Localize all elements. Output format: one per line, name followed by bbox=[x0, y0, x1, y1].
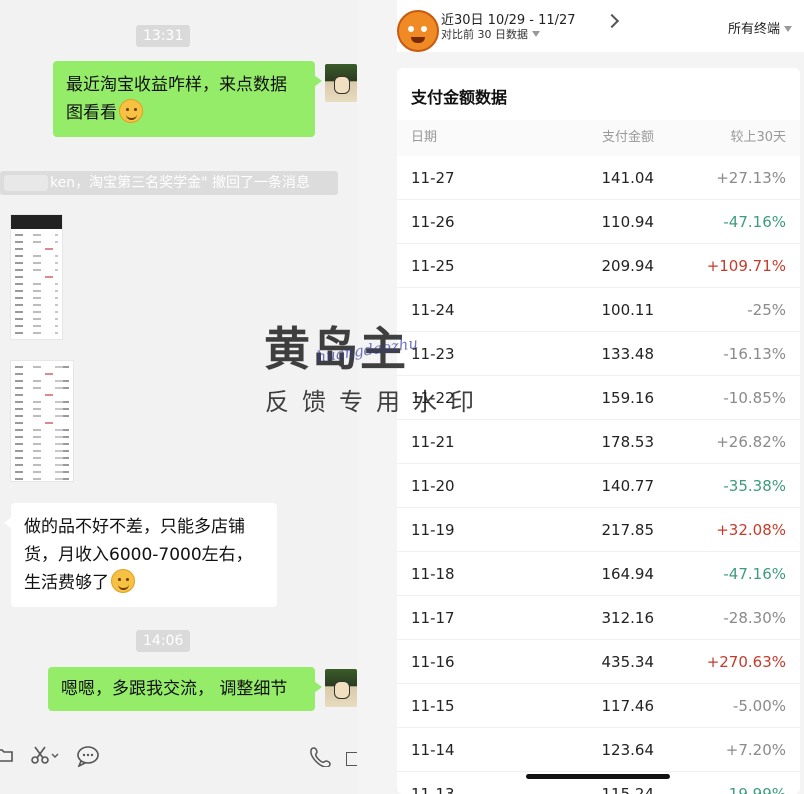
cell-amount: 110.94 bbox=[601, 213, 655, 231]
table-row[interactable]: 11-15 117.46 -5.00% bbox=[397, 684, 800, 728]
cell-change: +7.20% bbox=[725, 741, 786, 759]
grinning-emoji-icon bbox=[119, 99, 143, 123]
cell-change: -19.99% bbox=[723, 785, 786, 794]
message-text: 嗯嗯，多跟我交流， 调整细节 bbox=[61, 679, 288, 699]
table-row[interactable]: 11-16 435.34 +270.63% bbox=[397, 640, 800, 684]
cell-amount: 140.77 bbox=[601, 477, 655, 495]
chevron-right-icon[interactable] bbox=[604, 13, 620, 29]
message-bubble-sent[interactable]: 嗯嗯，多跟我交流， 调整细节 bbox=[48, 667, 322, 711]
table-row[interactable]: 11-14 123.64 +7.20% bbox=[397, 728, 800, 772]
table-row[interactable]: 11-27 141.04 +27.13% bbox=[397, 156, 800, 200]
recall-text: ken，淘宝第三名奖学金" 撤回了一条消息 bbox=[50, 175, 310, 191]
smiling-emoji-icon bbox=[111, 569, 135, 593]
app-logo-icon bbox=[397, 10, 439, 52]
message-bubble-sent[interactable]: 最近淘宝收益咋样，来点数据图看看 bbox=[53, 61, 322, 137]
recall-notice: ken，淘宝第三名奖学金" 撤回了一条消息 bbox=[0, 171, 338, 195]
window-icon[interactable] bbox=[346, 752, 357, 766]
column-header-change[interactable]: 较上30天 bbox=[730, 120, 786, 156]
image-thumbnail[interactable] bbox=[10, 214, 63, 340]
cell-date: 11-20 bbox=[411, 477, 455, 495]
report-header: 近30日 10/29 - 11/27 对比前 30 日数据 所有终端 bbox=[397, 0, 804, 52]
table-row[interactable]: 11-21 178.53 +26.82% bbox=[397, 420, 800, 464]
phone-icon[interactable] bbox=[310, 745, 332, 767]
timestamp: 14:06 bbox=[136, 630, 191, 652]
cell-amount: 217.85 bbox=[601, 521, 655, 539]
cell-date: 11-18 bbox=[411, 565, 455, 583]
message-text: 最近淘宝收益咋样，来点数据图看看 bbox=[66, 75, 287, 123]
cell-change: -16.13% bbox=[723, 345, 786, 363]
avatar[interactable] bbox=[325, 64, 357, 102]
cell-date: 11-19 bbox=[411, 521, 455, 539]
table-row[interactable]: 11-24 100.11 -25% bbox=[397, 288, 800, 332]
table-row[interactable]: 11-23 133.48 -16.13% bbox=[397, 332, 800, 376]
cell-date: 11-21 bbox=[411, 433, 455, 451]
cell-amount: 435.34 bbox=[601, 653, 655, 671]
caret-down-icon bbox=[784, 26, 792, 32]
terminal-label: 所有终端 bbox=[727, 22, 780, 37]
card-title: 支付金额数据 bbox=[411, 88, 508, 107]
cell-change: -5.00% bbox=[732, 697, 786, 715]
caret-down-icon bbox=[532, 31, 540, 37]
column-header-date[interactable]: 日期 bbox=[411, 120, 437, 156]
cell-amount: 123.64 bbox=[601, 741, 655, 759]
cell-date: 11-26 bbox=[411, 213, 455, 231]
thumbnail-header bbox=[11, 215, 62, 229]
cell-change: -25% bbox=[747, 301, 786, 319]
timestamp: 13:31 bbox=[136, 25, 191, 47]
cell-date: 11-27 bbox=[411, 169, 455, 187]
table-row[interactable]: 11-17 312.16 -28.30% bbox=[397, 596, 800, 640]
message-text: 做的品不好不差，只能多店铺货，月收入6000-7000左右，生活费够了 bbox=[24, 517, 253, 593]
cell-amount: 209.94 bbox=[601, 257, 655, 275]
home-indicator[interactable] bbox=[526, 774, 670, 779]
watermark-subtitle: 反馈专用水印 bbox=[265, 388, 487, 416]
avatar[interactable] bbox=[325, 669, 357, 707]
cell-change: +270.63% bbox=[706, 653, 786, 671]
cell-amount: 117.46 bbox=[601, 697, 655, 715]
cell-amount: 178.53 bbox=[601, 433, 655, 451]
cell-date: 11-13 bbox=[411, 785, 455, 794]
cell-date: 11-25 bbox=[411, 257, 455, 275]
cell-change: -28.30% bbox=[723, 609, 786, 627]
cell-change: +109.71% bbox=[706, 257, 786, 275]
cell-change: -47.16% bbox=[723, 213, 786, 231]
cell-date: 11-16 bbox=[411, 653, 455, 671]
cell-date: 11-14 bbox=[411, 741, 455, 759]
redacted-name bbox=[4, 175, 48, 191]
message-bubble-received[interactable]: 做的品不好不差，只能多店铺货，月收入6000-7000左右，生活费够了 bbox=[4, 503, 277, 607]
table-row[interactable]: 11-19 217.85 +32.08% bbox=[397, 508, 800, 552]
cell-amount: 312.16 bbox=[601, 609, 655, 627]
table-row[interactable]: 11-20 140.77 -35.38% bbox=[397, 464, 800, 508]
image-thumbnail[interactable] bbox=[10, 360, 74, 482]
table-header: 日期 支付金额 较上30天 bbox=[397, 120, 800, 156]
cell-change: -35.38% bbox=[723, 477, 786, 495]
table-row[interactable]: 11-26 110.94 -47.16% bbox=[397, 200, 800, 244]
compare-selector[interactable]: 对比前 30 日数据 bbox=[441, 26, 540, 42]
chat-bubble-icon[interactable] bbox=[76, 745, 100, 767]
cell-amount: 141.04 bbox=[601, 169, 655, 187]
payment-data-card: 支付金额数据 日期 支付金额 较上30天 11-27 141.04 +27.13% 1… bbox=[397, 68, 800, 794]
compare-label: 对比前 30 日数据 bbox=[441, 28, 528, 41]
column-header-amount[interactable]: 支付金额 bbox=[602, 120, 654, 156]
table-row[interactable]: 11-18 164.94 -47.16% bbox=[397, 552, 800, 596]
cell-change: +27.13% bbox=[716, 169, 786, 187]
cell-date: 11-23 bbox=[411, 345, 455, 363]
cell-amount: 133.48 bbox=[601, 345, 655, 363]
cell-change: +26.82% bbox=[716, 433, 786, 451]
terminal-selector[interactable]: 所有终端 bbox=[728, 18, 792, 37]
table-row[interactable]: 11-25 209.94 +109.71% bbox=[397, 244, 800, 288]
cell-date: 11-15 bbox=[411, 697, 455, 715]
scissors-icon[interactable] bbox=[30, 745, 60, 765]
folder-icon[interactable] bbox=[0, 745, 14, 765]
cell-change: +32.08% bbox=[716, 521, 786, 539]
cell-change: -47.16% bbox=[723, 565, 786, 583]
cell-date: 11-24 bbox=[411, 301, 455, 319]
cell-amount: 159.16 bbox=[601, 389, 655, 407]
cell-change: -10.85% bbox=[723, 389, 786, 407]
cell-date: 11-17 bbox=[411, 609, 455, 627]
cell-amount: 164.94 bbox=[601, 565, 655, 583]
cell-amount: 100.11 bbox=[601, 301, 655, 319]
